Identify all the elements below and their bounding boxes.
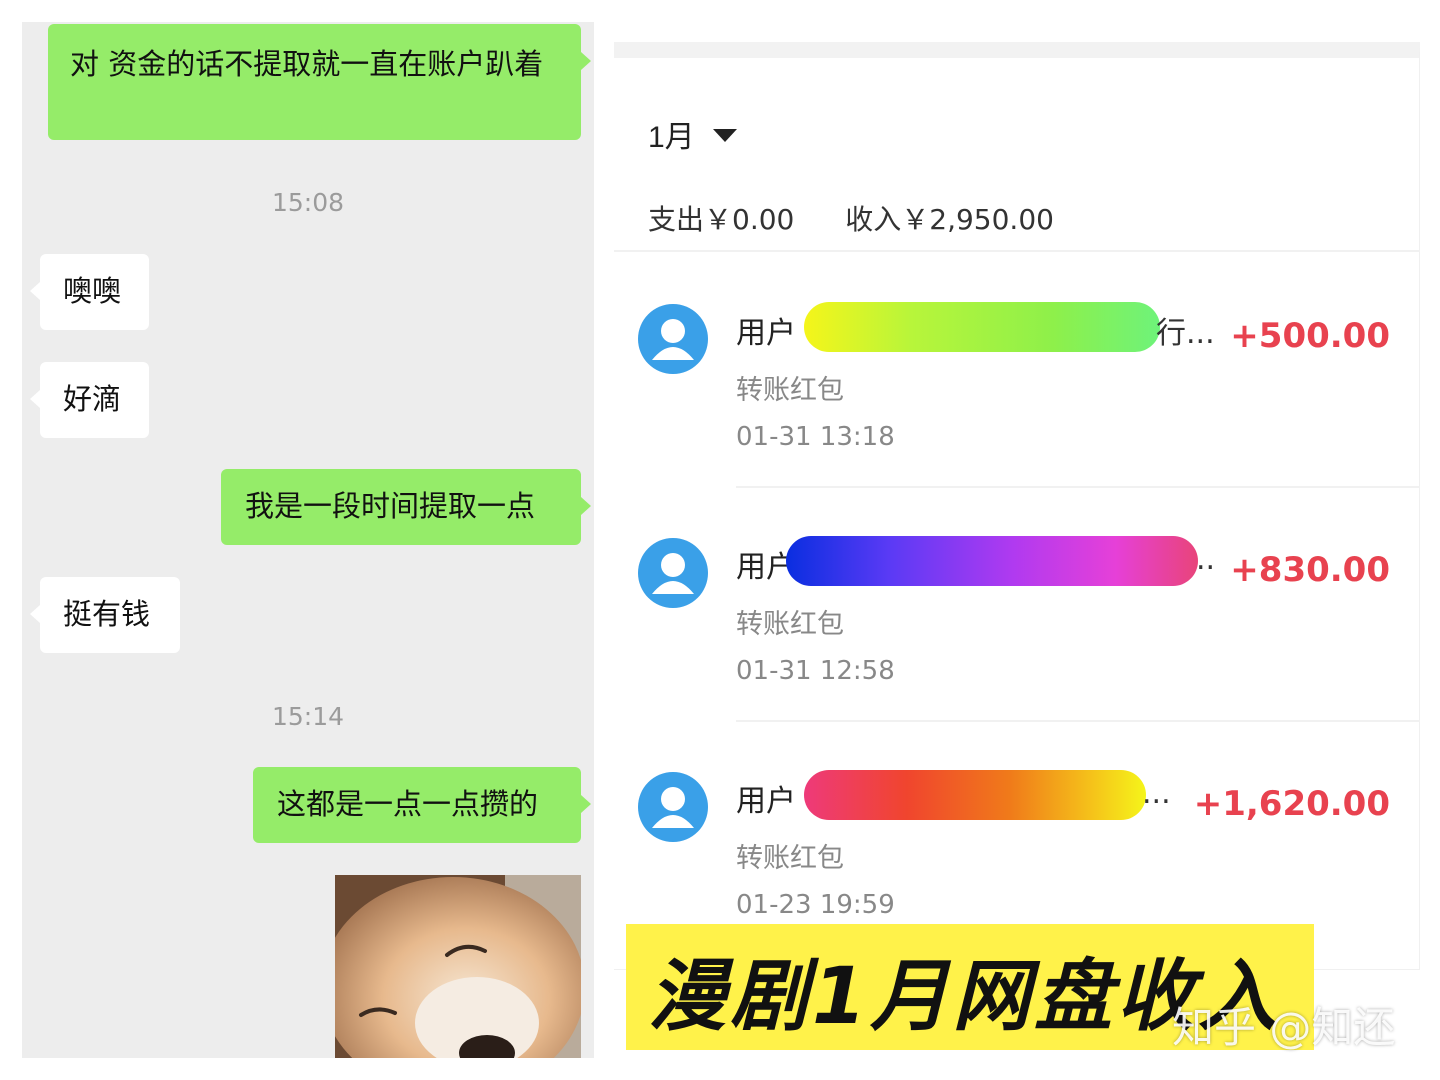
expense-total: 支出￥0.00 — [648, 203, 795, 236]
payer-name: 用户 — [736, 784, 796, 819]
message-sent[interactable]: 我是一段时间提取一点 — [221, 469, 591, 545]
message-text: 对 资金的话不提取就一直在账户趴着 — [70, 47, 544, 81]
message-received[interactable]: 好滴 — [30, 362, 149, 438]
dog-face-icon — [335, 875, 581, 1058]
screenshot-collage: 对 资金的话不提取就一直在账户趴着 15:08 噢噢 好滴 我是一段时间提取一点… — [0, 0, 1440, 1080]
message-text: 噢噢 — [63, 274, 122, 308]
transaction-type: 转账红包 — [736, 843, 844, 874]
message-text: 好滴 — [63, 382, 122, 416]
transaction-amount: +500.00 — [1230, 316, 1390, 356]
divider — [614, 250, 1420, 252]
month-dropdown[interactable]: 1月 — [648, 112, 737, 156]
redaction-scribble — [786, 536, 1198, 586]
divider — [736, 486, 1420, 488]
payer-name-tail: .. — [1196, 542, 1216, 577]
redaction-scribble — [804, 770, 1146, 820]
divider — [736, 720, 1420, 722]
watermark: 知乎 @知还 — [1172, 1003, 1396, 1052]
transaction-time: 01-23 19:59 — [736, 890, 895, 920]
user-avatar-icon — [638, 538, 708, 608]
income-total: 收入￥2,950.00 — [845, 203, 1054, 236]
month-label: 1月 — [648, 121, 695, 154]
chat-panel: 对 资金的话不提取就一直在账户趴着 15:08 噢噢 好滴 我是一段时间提取一点… — [22, 22, 594, 1058]
transaction-row[interactable]: 用户 行... 转账红包 01-31 13:18 +500.00 — [614, 268, 1420, 468]
chat-timestamp: 15:14 — [271, 702, 345, 731]
transaction-type: 转账红包 — [736, 609, 844, 640]
message-sent[interactable]: 这都是一点一点攒的 — [253, 767, 591, 843]
user-avatar-icon — [638, 772, 708, 842]
bill-summary: 支出￥0.00 收入￥2,950.00 — [648, 198, 1096, 238]
message-sent[interactable]: 对 资金的话不提取就一直在账户趴着 — [48, 24, 591, 140]
redaction-scribble — [804, 302, 1160, 352]
user-avatar-icon — [638, 304, 708, 374]
dog-sticker-image[interactable] — [335, 875, 581, 1058]
message-text: 挺有钱 — [63, 597, 151, 631]
transaction-row[interactable]: 用户 ... 转账红包 01-23 19:59 +1,620.00 — [614, 736, 1420, 936]
message-text: 我是一段时间提取一点 — [245, 489, 536, 523]
transaction-time: 01-31 12:58 — [736, 656, 895, 686]
transaction-type: 转账红包 — [736, 375, 844, 406]
caret-down-icon — [712, 128, 737, 142]
payer-name-tail: 行... — [1156, 316, 1215, 351]
payer-name-tail: ... — [1142, 776, 1171, 811]
transaction-amount: +830.00 — [1230, 550, 1390, 590]
transaction-row[interactable]: 用户 .. 转账红包 01-31 12:58 +830.00 — [614, 502, 1420, 702]
chat-timestamp: 15:08 — [271, 188, 345, 217]
message-text: 这都是一点一点攒的 — [277, 787, 539, 821]
bill-panel: 1月 支出￥0.00 收入￥2,950.00 用户 行... 转账红包 01-3… — [614, 42, 1420, 970]
payer-name: 用户 — [736, 316, 796, 351]
transaction-amount: +1,620.00 — [1193, 784, 1390, 824]
message-received[interactable]: 挺有钱 — [30, 577, 180, 653]
transaction-time: 01-31 13:18 — [736, 422, 895, 452]
message-received[interactable]: 噢噢 — [30, 254, 149, 330]
